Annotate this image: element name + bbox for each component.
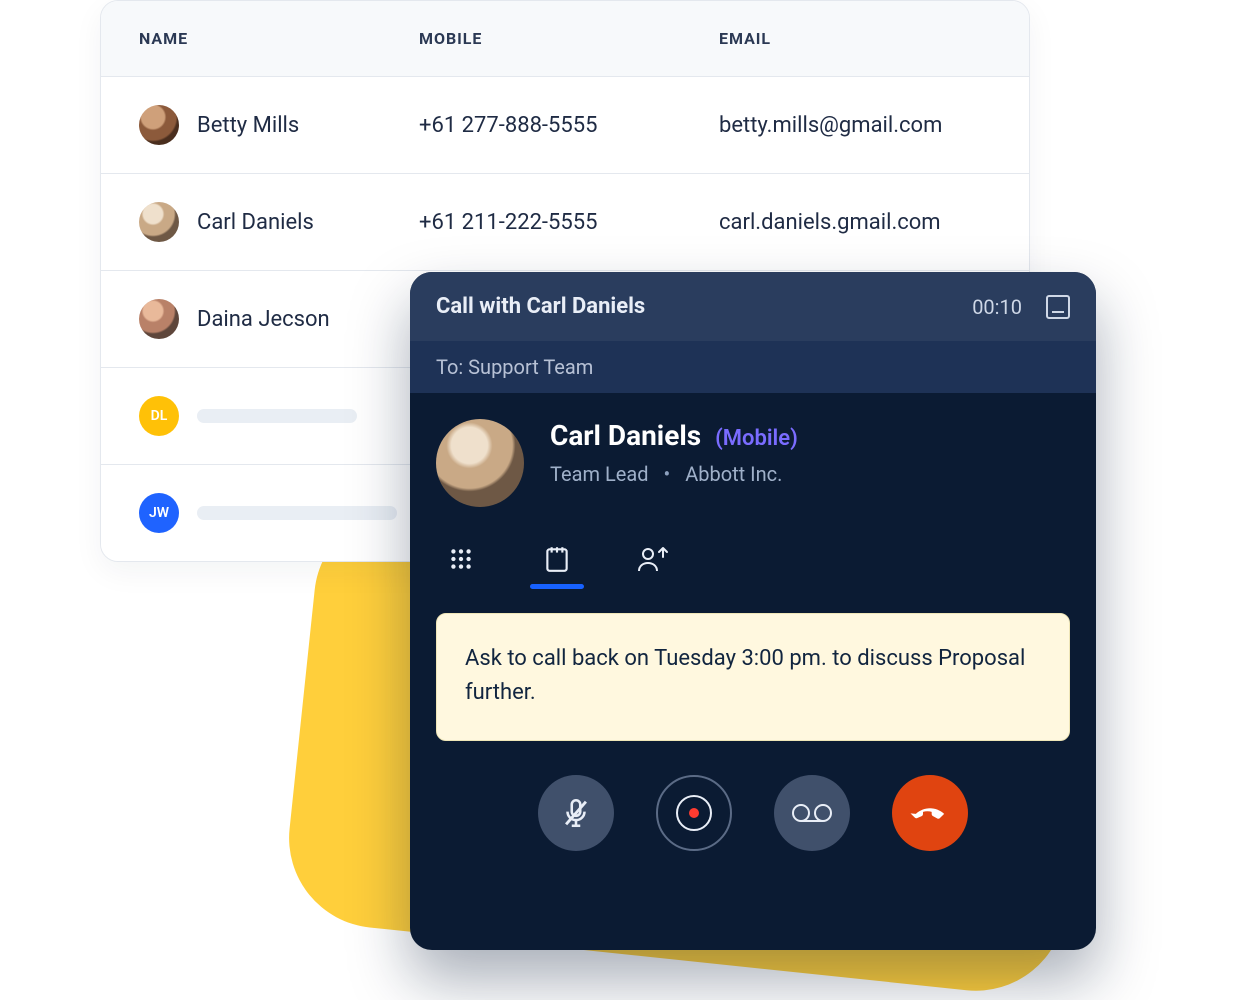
tab-dialpad[interactable] (436, 531, 486, 587)
call-header: Call with Carl Daniels 00:10 (410, 272, 1096, 341)
voicemail-icon (789, 801, 835, 825)
call-timer: 00:10 (972, 295, 1022, 319)
call-title: Call with Carl Daniels (436, 294, 645, 319)
avatar (139, 299, 179, 339)
call-tabs (410, 517, 1096, 587)
call-to-label: To: Support Team (410, 341, 1096, 393)
contact-name: Carl Daniels (197, 210, 314, 235)
tab-notes[interactable] (532, 531, 582, 587)
column-header-email: EMAIL (719, 29, 991, 48)
end-call-icon (910, 793, 950, 833)
call-controls (410, 741, 1096, 879)
end-call-button[interactable] (892, 775, 968, 851)
tab-transfer[interactable] (628, 531, 678, 587)
voicemail-button[interactable] (774, 775, 850, 851)
caller-role: Team Lead (550, 462, 649, 486)
contact-email: carl.daniels.gmail.com (719, 210, 991, 235)
record-button[interactable] (656, 775, 732, 851)
call-note[interactable]: Ask to call back on Tuesday 3:00 pm. to … (436, 613, 1070, 741)
column-header-mobile: MOBILE (419, 29, 719, 48)
contact-name: Daina Jecson (197, 307, 330, 332)
avatar-initials: DL (139, 396, 179, 436)
caller-subtitle: Team Lead • Abbott Inc. (550, 462, 798, 486)
call-timer-area: 00:10 (972, 295, 1070, 319)
contact-email: betty.mills@gmail.com (719, 113, 991, 138)
placeholder-bar (197, 409, 357, 423)
dialpad-icon (448, 546, 474, 572)
placeholder-bar (197, 506, 397, 520)
caller-name: Carl Daniels (550, 419, 701, 452)
mute-icon (559, 796, 593, 830)
column-header-name: NAME (139, 29, 419, 48)
caller-phone-type: (Mobile) (715, 426, 798, 451)
contact-name: Betty Mills (197, 113, 299, 138)
avatar (139, 202, 179, 242)
contact-mobile: +61 211-222-5555 (419, 210, 719, 235)
record-icon (673, 792, 715, 834)
separator-dot: • (663, 462, 670, 486)
contact-mobile: +61 277-888-5555 (419, 113, 719, 138)
avatar (139, 105, 179, 145)
mute-button[interactable] (538, 775, 614, 851)
table-row[interactable]: Carl Daniels +61 211-222-5555 carl.danie… (101, 174, 1029, 271)
caller-avatar (436, 419, 524, 507)
user-transfer-icon (636, 545, 670, 573)
call-panel: Call with Carl Daniels 00:10 To: Support… (410, 272, 1096, 950)
caller-block: Carl Daniels (Mobile) Team Lead • Abbott… (410, 393, 1096, 517)
avatar-initials: JW (139, 493, 179, 533)
caller-company: Abbott Inc. (685, 462, 782, 486)
table-header-row: NAME MOBILE EMAIL (101, 1, 1029, 77)
table-row[interactable]: Betty Mills +61 277-888-5555 betty.mills… (101, 77, 1029, 174)
notes-icon (544, 544, 570, 574)
minimize-button[interactable] (1046, 295, 1070, 319)
